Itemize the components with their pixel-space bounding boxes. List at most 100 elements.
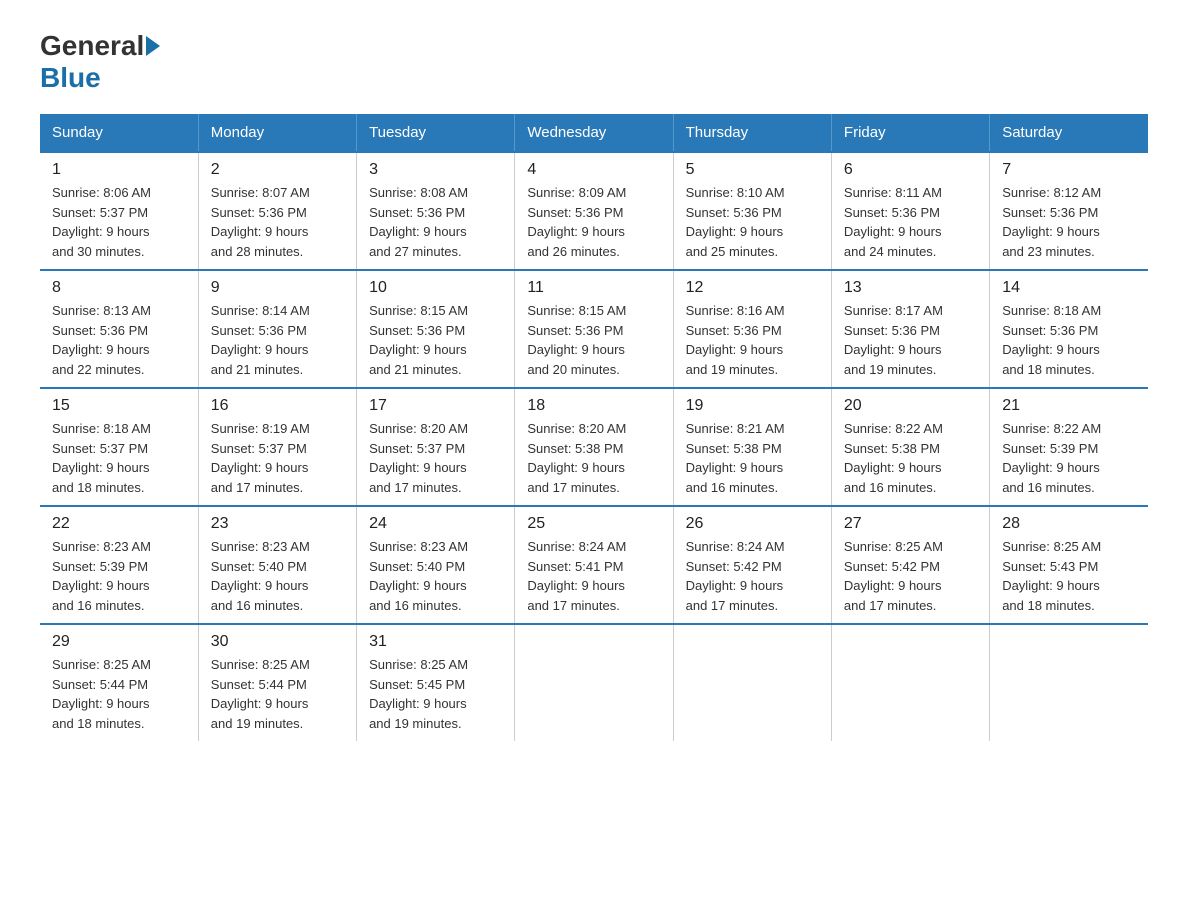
day-number: 9 xyxy=(211,279,344,297)
day-info: Sunrise: 8:22 AM Sunset: 5:39 PM Dayligh… xyxy=(1002,419,1136,497)
day-number: 15 xyxy=(52,397,186,415)
calendar-cell: 18 Sunrise: 8:20 AM Sunset: 5:38 PM Dayl… xyxy=(515,388,673,506)
header-day-monday: Monday xyxy=(198,114,356,152)
calendar-cell: 4 Sunrise: 8:09 AM Sunset: 5:36 PM Dayli… xyxy=(515,152,673,270)
day-info: Sunrise: 8:08 AM Sunset: 5:36 PM Dayligh… xyxy=(369,183,502,261)
calendar-cell: 26 Sunrise: 8:24 AM Sunset: 5:42 PM Dayl… xyxy=(673,506,831,624)
day-info: Sunrise: 8:11 AM Sunset: 5:36 PM Dayligh… xyxy=(844,183,977,261)
header-day-wednesday: Wednesday xyxy=(515,114,673,152)
day-number: 8 xyxy=(52,279,186,297)
day-number: 14 xyxy=(1002,279,1136,297)
day-info: Sunrise: 8:21 AM Sunset: 5:38 PM Dayligh… xyxy=(686,419,819,497)
calendar-cell: 25 Sunrise: 8:24 AM Sunset: 5:41 PM Dayl… xyxy=(515,506,673,624)
calendar-cell: 13 Sunrise: 8:17 AM Sunset: 5:36 PM Dayl… xyxy=(831,270,989,388)
calendar-cell: 1 Sunrise: 8:06 AM Sunset: 5:37 PM Dayli… xyxy=(40,152,198,270)
day-number: 10 xyxy=(369,279,502,297)
calendar-cell xyxy=(831,624,989,741)
header-row: SundayMondayTuesdayWednesdayThursdayFrid… xyxy=(40,114,1148,152)
day-info: Sunrise: 8:23 AM Sunset: 5:40 PM Dayligh… xyxy=(211,537,344,615)
calendar-cell: 20 Sunrise: 8:22 AM Sunset: 5:38 PM Dayl… xyxy=(831,388,989,506)
day-number: 13 xyxy=(844,279,977,297)
day-number: 18 xyxy=(527,397,660,415)
day-info: Sunrise: 8:15 AM Sunset: 5:36 PM Dayligh… xyxy=(527,301,660,379)
calendar-cell: 14 Sunrise: 8:18 AM Sunset: 5:36 PM Dayl… xyxy=(990,270,1148,388)
day-number: 24 xyxy=(369,515,502,533)
calendar-cell: 21 Sunrise: 8:22 AM Sunset: 5:39 PM Dayl… xyxy=(990,388,1148,506)
day-number: 29 xyxy=(52,633,186,651)
calendar-cell: 19 Sunrise: 8:21 AM Sunset: 5:38 PM Dayl… xyxy=(673,388,831,506)
day-info: Sunrise: 8:25 AM Sunset: 5:42 PM Dayligh… xyxy=(844,537,977,615)
calendar-week-1: 1 Sunrise: 8:06 AM Sunset: 5:37 PM Dayli… xyxy=(40,152,1148,270)
calendar-cell: 7 Sunrise: 8:12 AM Sunset: 5:36 PM Dayli… xyxy=(990,152,1148,270)
day-number: 23 xyxy=(211,515,344,533)
day-number: 5 xyxy=(686,161,819,179)
logo-general-text: General xyxy=(40,30,144,62)
day-number: 4 xyxy=(527,161,660,179)
day-info: Sunrise: 8:20 AM Sunset: 5:37 PM Dayligh… xyxy=(369,419,502,497)
day-info: Sunrise: 8:15 AM Sunset: 5:36 PM Dayligh… xyxy=(369,301,502,379)
day-number: 25 xyxy=(527,515,660,533)
calendar-cell: 10 Sunrise: 8:15 AM Sunset: 5:36 PM Dayl… xyxy=(357,270,515,388)
day-info: Sunrise: 8:25 AM Sunset: 5:44 PM Dayligh… xyxy=(211,655,344,733)
header-day-thursday: Thursday xyxy=(673,114,831,152)
day-info: Sunrise: 8:06 AM Sunset: 5:37 PM Dayligh… xyxy=(52,183,186,261)
day-number: 26 xyxy=(686,515,819,533)
day-info: Sunrise: 8:07 AM Sunset: 5:36 PM Dayligh… xyxy=(211,183,344,261)
calendar-cell: 5 Sunrise: 8:10 AM Sunset: 5:36 PM Dayli… xyxy=(673,152,831,270)
day-number: 7 xyxy=(1002,161,1136,179)
day-number: 19 xyxy=(686,397,819,415)
calendar-header: SundayMondayTuesdayWednesdayThursdayFrid… xyxy=(40,114,1148,152)
day-info: Sunrise: 8:16 AM Sunset: 5:36 PM Dayligh… xyxy=(686,301,819,379)
calendar-cell: 3 Sunrise: 8:08 AM Sunset: 5:36 PM Dayli… xyxy=(357,152,515,270)
calendar-cell xyxy=(673,624,831,741)
day-info: Sunrise: 8:12 AM Sunset: 5:36 PM Dayligh… xyxy=(1002,183,1136,261)
logo: General Blue xyxy=(40,30,162,94)
calendar-cell: 30 Sunrise: 8:25 AM Sunset: 5:44 PM Dayl… xyxy=(198,624,356,741)
calendar-body: 1 Sunrise: 8:06 AM Sunset: 5:37 PM Dayli… xyxy=(40,152,1148,741)
header-day-friday: Friday xyxy=(831,114,989,152)
header-day-saturday: Saturday xyxy=(990,114,1148,152)
calendar-cell: 12 Sunrise: 8:16 AM Sunset: 5:36 PM Dayl… xyxy=(673,270,831,388)
calendar-week-5: 29 Sunrise: 8:25 AM Sunset: 5:44 PM Dayl… xyxy=(40,624,1148,741)
calendar-week-4: 22 Sunrise: 8:23 AM Sunset: 5:39 PM Dayl… xyxy=(40,506,1148,624)
calendar-cell: 29 Sunrise: 8:25 AM Sunset: 5:44 PM Dayl… xyxy=(40,624,198,741)
calendar-cell xyxy=(515,624,673,741)
calendar-cell: 27 Sunrise: 8:25 AM Sunset: 5:42 PM Dayl… xyxy=(831,506,989,624)
day-number: 16 xyxy=(211,397,344,415)
calendar-cell: 24 Sunrise: 8:23 AM Sunset: 5:40 PM Dayl… xyxy=(357,506,515,624)
calendar-cell: 23 Sunrise: 8:23 AM Sunset: 5:40 PM Dayl… xyxy=(198,506,356,624)
calendar-cell: 11 Sunrise: 8:15 AM Sunset: 5:36 PM Dayl… xyxy=(515,270,673,388)
day-info: Sunrise: 8:09 AM Sunset: 5:36 PM Dayligh… xyxy=(527,183,660,261)
calendar-cell: 9 Sunrise: 8:14 AM Sunset: 5:36 PM Dayli… xyxy=(198,270,356,388)
day-info: Sunrise: 8:24 AM Sunset: 5:41 PM Dayligh… xyxy=(527,537,660,615)
calendar-cell: 16 Sunrise: 8:19 AM Sunset: 5:37 PM Dayl… xyxy=(198,388,356,506)
day-info: Sunrise: 8:18 AM Sunset: 5:37 PM Dayligh… xyxy=(52,419,186,497)
day-number: 12 xyxy=(686,279,819,297)
calendar-cell: 15 Sunrise: 8:18 AM Sunset: 5:37 PM Dayl… xyxy=(40,388,198,506)
calendar-cell: 2 Sunrise: 8:07 AM Sunset: 5:36 PM Dayli… xyxy=(198,152,356,270)
day-info: Sunrise: 8:25 AM Sunset: 5:45 PM Dayligh… xyxy=(369,655,502,733)
day-number: 31 xyxy=(369,633,502,651)
day-number: 20 xyxy=(844,397,977,415)
calendar-cell: 28 Sunrise: 8:25 AM Sunset: 5:43 PM Dayl… xyxy=(990,506,1148,624)
calendar-cell: 17 Sunrise: 8:20 AM Sunset: 5:37 PM Dayl… xyxy=(357,388,515,506)
calendar-week-3: 15 Sunrise: 8:18 AM Sunset: 5:37 PM Dayl… xyxy=(40,388,1148,506)
day-number: 21 xyxy=(1002,397,1136,415)
day-number: 30 xyxy=(211,633,344,651)
day-number: 2 xyxy=(211,161,344,179)
day-info: Sunrise: 8:23 AM Sunset: 5:40 PM Dayligh… xyxy=(369,537,502,615)
day-info: Sunrise: 8:24 AM Sunset: 5:42 PM Dayligh… xyxy=(686,537,819,615)
day-info: Sunrise: 8:10 AM Sunset: 5:36 PM Dayligh… xyxy=(686,183,819,261)
calendar-cell: 6 Sunrise: 8:11 AM Sunset: 5:36 PM Dayli… xyxy=(831,152,989,270)
day-info: Sunrise: 8:17 AM Sunset: 5:36 PM Dayligh… xyxy=(844,301,977,379)
calendar-week-2: 8 Sunrise: 8:13 AM Sunset: 5:36 PM Dayli… xyxy=(40,270,1148,388)
header-day-sunday: Sunday xyxy=(40,114,198,152)
day-info: Sunrise: 8:19 AM Sunset: 5:37 PM Dayligh… xyxy=(211,419,344,497)
calendar-cell: 22 Sunrise: 8:23 AM Sunset: 5:39 PM Dayl… xyxy=(40,506,198,624)
day-number: 28 xyxy=(1002,515,1136,533)
day-number: 11 xyxy=(527,279,660,297)
header: General Blue xyxy=(40,30,1148,94)
day-info: Sunrise: 8:20 AM Sunset: 5:38 PM Dayligh… xyxy=(527,419,660,497)
day-number: 3 xyxy=(369,161,502,179)
logo-blue-text: Blue xyxy=(40,62,101,94)
